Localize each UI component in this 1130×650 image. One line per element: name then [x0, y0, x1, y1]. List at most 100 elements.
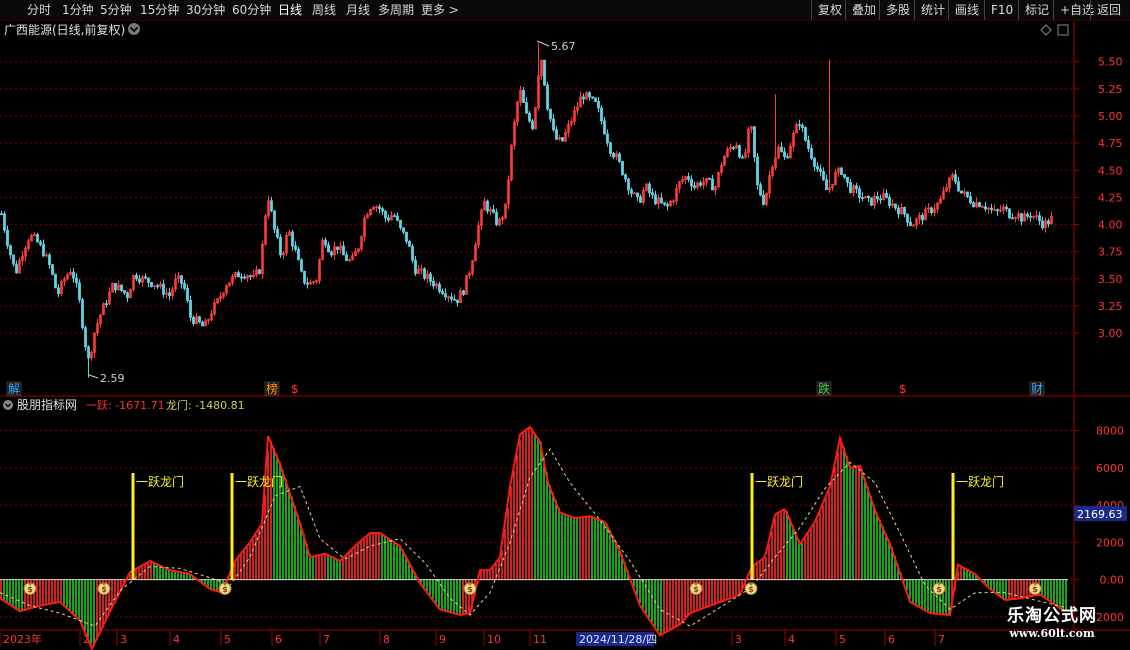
candle-body: [105, 303, 108, 306]
price-tick-label: 4.25: [1098, 191, 1123, 204]
event-markers[interactable]: 解 榜 $ 跌 $ 财: [6, 381, 1045, 396]
event-marker[interactable]: 解: [6, 381, 22, 396]
candle-body: [345, 254, 348, 261]
candle-body: [843, 174, 846, 178]
candle-body: [336, 246, 339, 250]
candle-body: [330, 251, 333, 256]
event-marker-text: 财: [1031, 382, 1043, 396]
candle-body: [1041, 220, 1044, 229]
indicator-settings-icon[interactable]: [3, 400, 13, 410]
date-label: 11: [533, 633, 547, 646]
candle-body: [294, 245, 297, 250]
candle-body: [756, 156, 759, 186]
low-price-pointer: [88, 374, 99, 379]
candle-body: [1011, 217, 1014, 220]
indicator-bars[interactable]: [0, 428, 1068, 647]
candle-body: [198, 316, 201, 323]
indicator-tick-label: 6000: [1096, 462, 1124, 475]
candle-body: [114, 282, 117, 291]
event-marker[interactable]: 榜: [264, 381, 280, 396]
candle-body: [879, 198, 882, 201]
candle-body: [594, 97, 597, 102]
price-tick-label: 3.75: [1098, 246, 1123, 259]
candle-body: [402, 227, 405, 233]
candle-body: [162, 283, 165, 295]
candle-body: [1026, 213, 1029, 217]
candle-body: [966, 191, 969, 197]
candle-body: [273, 210, 276, 230]
diamond-icon[interactable]: [1040, 24, 1052, 36]
signal-label: 一跃龙门: [136, 474, 184, 489]
date-label: 2023年: [3, 632, 42, 646]
candle-body: [378, 206, 381, 210]
candle-body: [75, 277, 78, 284]
candle-body: [996, 209, 999, 212]
candle-body: [807, 140, 810, 149]
candle-body: [876, 195, 879, 200]
candle-body: [804, 127, 807, 141]
candle-body: [423, 268, 426, 279]
candle-body: [291, 231, 294, 247]
candle-body: [897, 207, 900, 215]
candle-body: [885, 192, 888, 198]
candle-body: [438, 283, 441, 292]
event-marker[interactable]: $: [291, 382, 299, 396]
candle-body: [36, 234, 39, 243]
candle-body: [621, 161, 624, 176]
candle-body: [552, 118, 555, 131]
date-label: 4: [173, 633, 180, 646]
price-tick-label: 3.00: [1098, 327, 1123, 340]
watermark-url: www.60lt.com: [1009, 627, 1095, 640]
candle-body: [543, 59, 546, 86]
candle-body: [432, 280, 435, 287]
candle-body: [72, 271, 75, 279]
window-square-icon[interactable]: [1057, 24, 1069, 36]
candle-body: [1008, 208, 1011, 219]
title-dropdown-icon[interactable]: [128, 23, 140, 35]
indicator-axis: 80006000400020000.00-2000: [1074, 425, 1124, 624]
candle-body: [780, 146, 783, 153]
price-tick-label: 5.00: [1098, 110, 1123, 123]
candle-body: [651, 192, 654, 196]
candle-body: [630, 189, 633, 194]
event-marker-text: $: [291, 382, 299, 396]
candle-body: [810, 148, 813, 159]
candle-body: [654, 194, 657, 205]
candle-body: [960, 190, 963, 194]
money-bag-icon: $: [932, 582, 946, 596]
candle-body: [660, 197, 663, 204]
date-label: 2: [83, 633, 90, 646]
candle-body: [708, 178, 711, 180]
candle-body: [888, 196, 891, 206]
money-bag-icons: $ $ $ $ $ $ $ $: [23, 582, 1042, 596]
candle-body: [600, 107, 603, 122]
candle-body: [393, 215, 396, 218]
candle-body: [135, 274, 138, 280]
candlestick-series[interactable]: [0, 0, 1067, 378]
event-marker-text: $: [899, 382, 907, 396]
price-tick-label: 4.75: [1098, 137, 1123, 150]
money-bag-icon: $: [744, 582, 758, 596]
money-bag-icon: $: [97, 582, 111, 596]
date-label: 7: [938, 633, 945, 646]
candle-body: [858, 188, 861, 198]
candle-body: [1020, 213, 1023, 222]
grid-lines: [0, 61, 1074, 618]
candle-body: [618, 153, 621, 162]
candle-body: [381, 208, 384, 212]
event-marker[interactable]: $: [899, 382, 907, 396]
event-marker[interactable]: 财: [1029, 381, 1045, 396]
candle-body: [0, 213, 3, 216]
svg-text:$: $: [222, 585, 228, 594]
candle-body: [384, 210, 387, 219]
candle-body: [840, 167, 843, 175]
chart-stage: 5.50 5.25 5.00 4.75 4.50 4.25 4.00 3.75 3.50 3.25…: [0, 0, 1130, 650]
candle-body: [738, 145, 741, 158]
signal-label: 一跃龙门: [755, 474, 803, 489]
date-label: 3: [735, 633, 742, 646]
candle-body: [279, 236, 282, 256]
price-tick-label: 4.00: [1098, 219, 1123, 232]
candle-body: [78, 282, 81, 301]
event-marker[interactable]: 跌: [816, 381, 832, 396]
candle-body: [798, 124, 801, 127]
